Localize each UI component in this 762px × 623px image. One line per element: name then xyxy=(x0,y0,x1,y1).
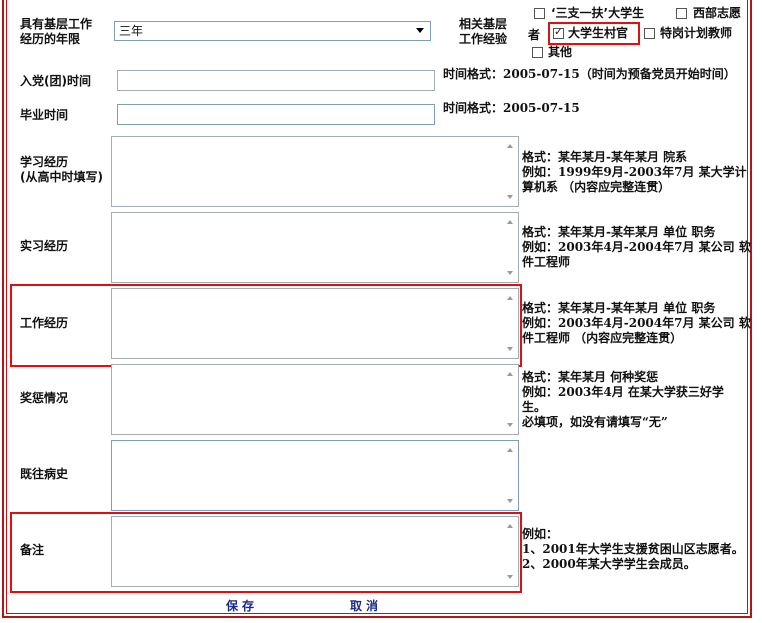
related-experience-label: 相关基层 工作经验 xyxy=(459,17,508,46)
internship-textarea[interactable] xyxy=(111,212,519,283)
highlight-remarks xyxy=(10,512,522,593)
chevron-down-icon[interactable] xyxy=(416,28,424,33)
highlight-village-official xyxy=(548,22,640,45)
scroll-up-icon[interactable] xyxy=(507,220,513,224)
graduation-label: 毕业时间 xyxy=(20,108,69,122)
internship-hint: 格式：某年某月-某年某月 单位 职务 例如：2003年4月-2004年7月 某公… xyxy=(522,225,751,269)
awards-textarea[interactable] xyxy=(111,364,519,435)
scroll-down-icon[interactable] xyxy=(507,271,513,275)
checkbox-sanzhiyifu[interactable] xyxy=(534,8,545,19)
medical-label: 既往病史 xyxy=(20,467,69,481)
internship-scrollbar[interactable] xyxy=(503,214,517,281)
checkbox-special-post-teacher[interactable] xyxy=(644,28,655,39)
scroll-up-icon[interactable] xyxy=(507,144,513,148)
graduation-hint: 时间格式：2005-07-15 xyxy=(443,101,580,115)
checkbox-sanzhiyifu-label: ‘三支一扶’大学生 xyxy=(551,6,645,20)
cancel-button[interactable]: 取消 xyxy=(350,597,382,614)
checkbox-xibu-volunteer-label: 西部志愿 xyxy=(693,6,742,20)
checkbox-other-label: 其他 xyxy=(548,45,573,59)
years-select[interactable]: 三年 xyxy=(114,21,431,41)
study-scrollbar[interactable] xyxy=(503,138,517,205)
work-hint: 格式：某年某月-某年某月 单位 职务 例如：2003年4月-2004年7月 某公… xyxy=(522,301,751,345)
save-button[interactable]: 保存 xyxy=(226,597,258,614)
remarks-hint: 例如： 1、2001年大学生支援贫困山区志愿者。 2、2000年某大学学生会成员… xyxy=(522,527,744,571)
scroll-down-icon[interactable] xyxy=(507,423,513,427)
internship-label: 实习经历 xyxy=(20,239,69,253)
awards-label: 奖惩情况 xyxy=(20,391,69,405)
scroll-down-icon[interactable] xyxy=(507,195,513,199)
party-join-input[interactable] xyxy=(117,70,435,91)
scroll-down-icon[interactable] xyxy=(507,499,513,503)
scroll-up-icon[interactable] xyxy=(507,372,513,376)
checkbox-special-post-teacher-label: 特岗计划教师 xyxy=(660,26,733,40)
party-join-label: 入党(团)时间 xyxy=(20,74,91,88)
medical-textarea[interactable] xyxy=(111,440,519,511)
study-hint: 格式：某年某月-某年某月 院系 例如：1999年9月-2003年7月 某大学计 … xyxy=(522,150,747,194)
years-label: 具有基层工作 经历的年限 xyxy=(20,17,93,46)
medical-scrollbar[interactable] xyxy=(503,442,517,509)
study-textarea[interactable] xyxy=(111,136,519,207)
graduation-input[interactable] xyxy=(117,104,435,125)
awards-hint: 格式：某年某月 何种奖惩 例如：2003年4月 在某大学获三好学 生。 必填项，… xyxy=(522,370,724,429)
related-experience-suffix: 者 xyxy=(528,28,541,42)
study-label: 学习经历 (从高中时填写) xyxy=(20,155,103,184)
highlight-work-experience xyxy=(10,284,522,367)
years-select-value: 三年 xyxy=(119,24,144,38)
checkbox-other[interactable] xyxy=(532,47,543,58)
scroll-up-icon[interactable] xyxy=(507,448,513,452)
awards-scrollbar[interactable] xyxy=(503,366,517,433)
party-join-hint: 时间格式：2005-07-15（时间为预备党员开始时间） xyxy=(443,67,736,81)
checkbox-xibu-volunteer[interactable] xyxy=(676,8,687,19)
